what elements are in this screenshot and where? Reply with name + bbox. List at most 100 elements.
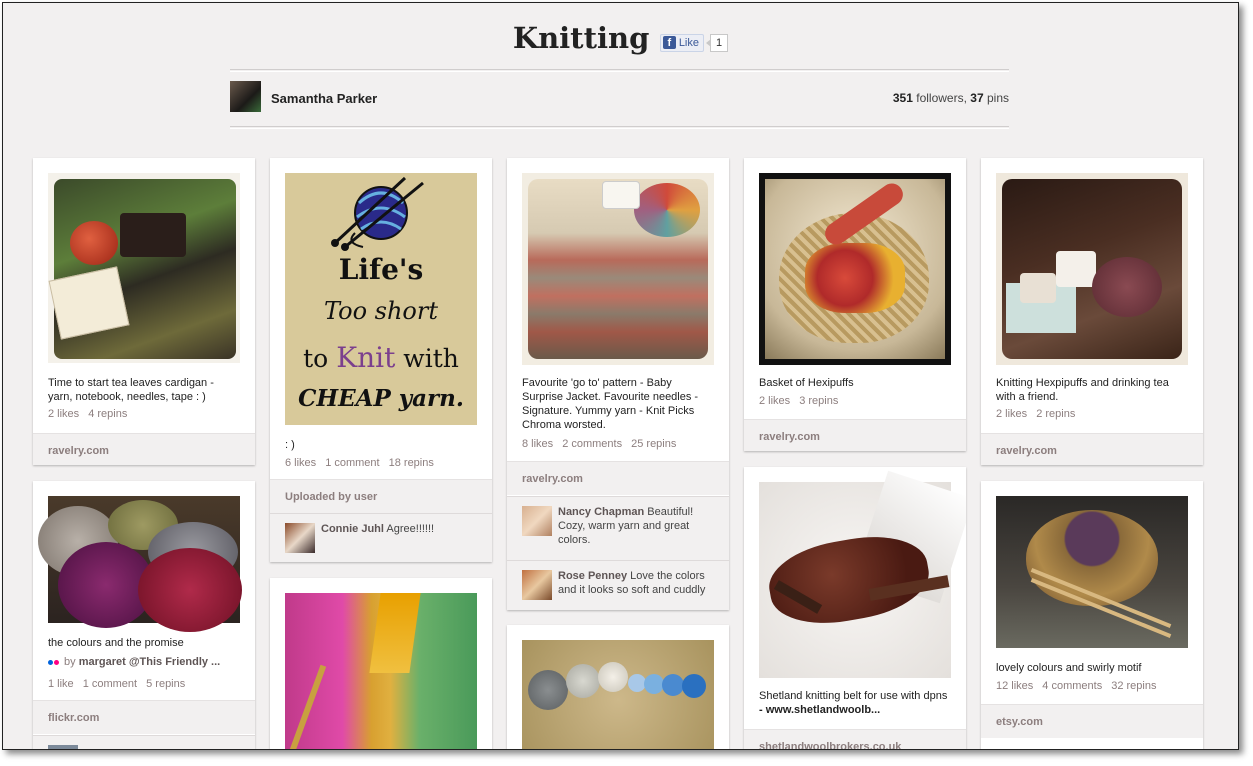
pin-stats: 12 likes 4 comments 32 repins [996, 680, 1191, 692]
comment: Nancy Chapman Beautiful! Cozy, warm yarn… [507, 496, 729, 560]
pin-description: Favourite 'go to' pattern - Baby Surpris… [522, 377, 699, 431]
pin-card[interactable] [270, 578, 492, 749]
pin-description: : ) [285, 439, 295, 451]
pinner-prefix: by [64, 656, 76, 668]
avatar[interactable] [522, 506, 552, 536]
comments-count[interactable]: 2 comments [562, 438, 622, 450]
pin-image[interactable]: Life's Too short to Knit with CHEAP yarn… [285, 173, 477, 425]
pin-link[interactable]: - www.shetlandwoolb... [759, 703, 951, 717]
commenter-name[interactable]: Nancy Chapman [558, 506, 644, 518]
likes-count[interactable]: 12 likes [996, 680, 1033, 692]
likes-count[interactable]: 1 like [48, 678, 74, 690]
pin-description: lovely colours and swirly motif [996, 662, 1142, 674]
poster-word: with [395, 344, 459, 373]
owner-name[interactable]: Samantha Parker [271, 91, 377, 106]
pin-source: Uploaded by user [270, 479, 492, 513]
pin-source[interactable]: ravelry.com [507, 461, 729, 495]
pin-card[interactable]: Favourite 'go to' pattern - Baby Surpris… [507, 158, 729, 610]
pin-card[interactable]: the colours and the promise by margaret … [33, 481, 255, 749]
avatar[interactable] [230, 81, 261, 112]
pin-card[interactable]: Life's Too short to Knit with CHEAP yarn… [270, 158, 492, 562]
repins-count[interactable]: 3 repins [799, 395, 838, 407]
likes-count[interactable]: 2 likes [48, 408, 79, 420]
likes-count[interactable]: 6 likes [285, 457, 316, 469]
divider [230, 126, 1009, 129]
repins-count[interactable]: 4 repins [88, 408, 127, 420]
pin-card[interactable]: Time to start tea leaves cardigan - yarn… [33, 158, 255, 465]
avatar[interactable] [285, 523, 315, 553]
poster-line: Life's [338, 253, 424, 286]
followers-count[interactable]: 351 [893, 91, 913, 105]
pin-image[interactable] [285, 593, 477, 749]
pin-source[interactable]: etsy.com [981, 704, 1203, 738]
poster-line: to Knit with [285, 341, 477, 374]
comments-count[interactable]: 1 comment [83, 678, 137, 690]
pin-source[interactable]: shetlandwoolbrokers.co.uk [744, 729, 966, 749]
followers-label[interactable]: followers, [916, 91, 967, 105]
pin-description: the colours and the promise [48, 637, 184, 649]
pin-source[interactable]: flickr.com [33, 700, 255, 734]
like-count: 1 [705, 33, 729, 52]
pin-source[interactable]: ravelry.com [33, 433, 255, 465]
pin-image[interactable] [759, 173, 951, 365]
comments-count[interactable]: 4 comments [1042, 680, 1102, 692]
commenter-name[interactable]: Rose Penney [558, 570, 627, 582]
poster-word: to [303, 344, 337, 373]
like-label: Like [678, 36, 699, 49]
pin-image[interactable] [996, 496, 1188, 648]
comment [33, 735, 255, 749]
flickr-icon [48, 660, 53, 665]
likes-count[interactable]: 8 likes [522, 438, 553, 450]
pin-image[interactable] [759, 470, 966, 678]
poster-line: CHEAP yarn. [298, 385, 464, 412]
pin-card[interactable]: lovely colours and swirly motif 12 likes… [981, 481, 1203, 749]
pin-source[interactable]: ravelry.com [981, 433, 1203, 465]
commenter-name[interactable]: Connie Juhl [321, 523, 384, 535]
browser-content: Knitting f Like 1 Samantha Parker 351 foll… [2, 2, 1239, 750]
pin-stats: 8 likes 2 comments 25 repins [522, 438, 717, 450]
pins-count: 37 [970, 91, 984, 105]
repins-count[interactable]: 2 repins [1036, 408, 1075, 420]
facebook-like-button[interactable]: f Like [659, 33, 704, 52]
comment-text: Agree!!!!!! [386, 523, 435, 535]
comments-count[interactable]: 1 comment [325, 457, 379, 469]
flickr-icon [54, 660, 59, 665]
pin-description: Time to start tea leaves cardigan - yarn… [48, 377, 214, 403]
facebook-like-widget: f Like 1 [659, 33, 729, 52]
likes-count[interactable]: 2 likes [996, 408, 1027, 420]
pinner-name[interactable]: margaret @This Friendly ... [79, 656, 221, 668]
pin-image[interactable] [522, 640, 714, 749]
avatar[interactable] [48, 745, 78, 749]
board-header: Knitting f Like 1 Samantha Parker 351 foll… [3, 3, 1238, 143]
pin-card[interactable]: Basket of Hexipuffs 2 likes 3 repins rave… [744, 158, 966, 451]
pins-label: pins [986, 91, 1009, 105]
pin-description: Basket of Hexipuffs [759, 377, 854, 389]
pin-image[interactable] [522, 173, 714, 365]
pin-image[interactable] [48, 173, 240, 363]
pin-card[interactable] [507, 625, 729, 749]
pin-stats: 6 likes 1 comment 18 repins [285, 457, 480, 469]
comment: Connie Juhl Agree!!!!!! [270, 513, 492, 562]
pin-card[interactable]: Knitting Hexpipuffs and drinking tea wit… [981, 158, 1203, 465]
pin-stats: 2 likes 3 repins [759, 395, 954, 407]
board-owner-row: Samantha Parker 351 followers, 37 pins [230, 81, 1009, 113]
poster-word-highlight: Knit [336, 341, 396, 374]
likes-count[interactable]: 2 likes [759, 395, 790, 407]
avatar[interactable] [522, 570, 552, 600]
pin-stats: 2 likes 2 repins [996, 408, 1191, 420]
repins-count[interactable]: 18 repins [389, 457, 434, 469]
pin-stats: 1 like 1 comment 5 repins [48, 678, 243, 690]
repins-count[interactable]: 5 repins [146, 678, 185, 690]
facebook-icon: f [662, 36, 676, 50]
pin-description: Knitting Hexpipuffs and drinking tea wit… [996, 377, 1169, 403]
pin-image[interactable] [38, 496, 242, 632]
repins-count[interactable]: 32 repins [1111, 680, 1156, 692]
pin-image[interactable] [996, 173, 1188, 365]
repins-count[interactable]: 25 repins [631, 438, 676, 450]
pin-card[interactable]: Shetland knitting belt for use with dpns… [744, 467, 966, 749]
pin-stats: 2 likes 4 repins [48, 408, 243, 420]
divider [230, 69, 1009, 72]
pin-description: Shetland knitting belt for use with dpns [759, 690, 948, 702]
pinned-via: by margaret @This Friendly ... [48, 656, 220, 668]
pin-source[interactable]: ravelry.com [744, 419, 966, 451]
